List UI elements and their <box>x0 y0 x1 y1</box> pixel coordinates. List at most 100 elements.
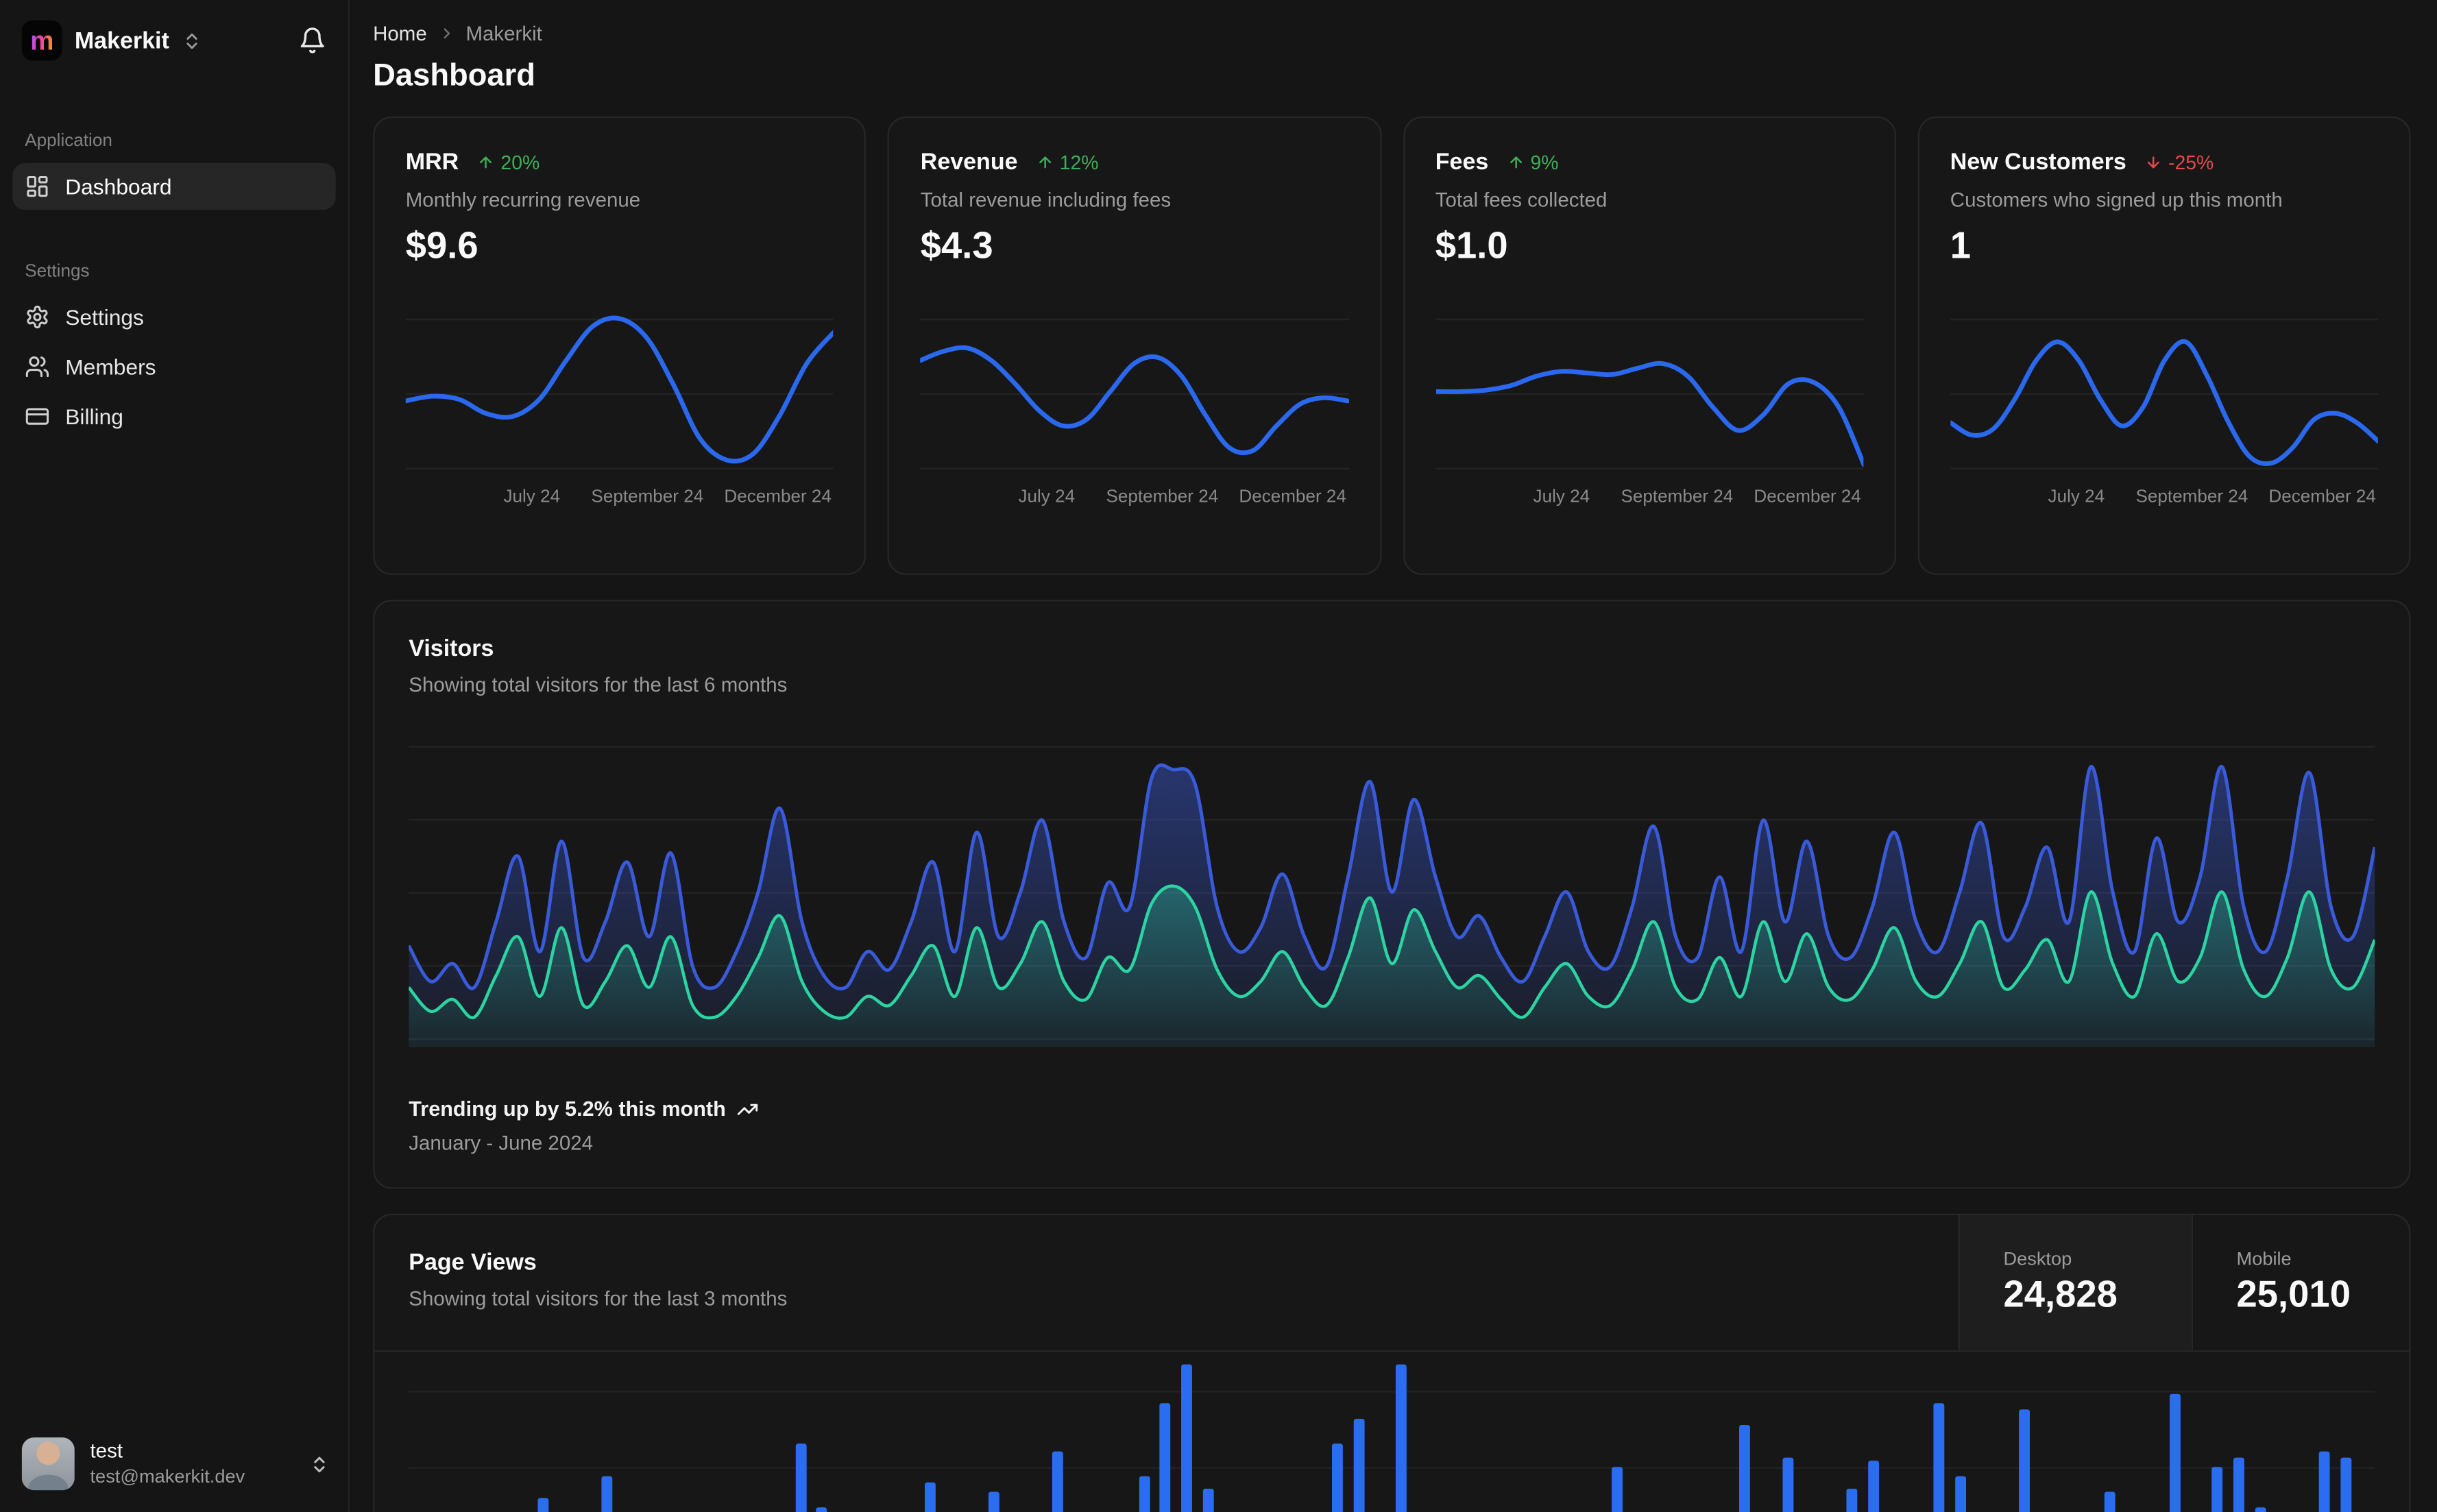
page-views-bar <box>1353 1418 1365 1512</box>
page-views-bar <box>2233 1456 2245 1512</box>
user-email: test@makerkit.dev <box>90 1465 245 1487</box>
page-views-bar <box>1052 1450 1064 1512</box>
stat-value: $9.6 <box>405 225 478 267</box>
sidebar: m Makerkit Application Dashboard Setting… <box>0 0 350 1512</box>
stat-description: Monthly recurring revenue <box>405 188 641 212</box>
page-views-card: Page Views Showing total visitors for th… <box>373 1213 2411 1512</box>
revenue-line-chart <box>920 309 1348 474</box>
page-views-bar <box>1331 1444 1343 1512</box>
page-views-bar <box>1847 1489 1858 1512</box>
sidebar-item-dashboard[interactable]: Dashboard <box>12 163 336 210</box>
sidebar-item-label: Billing <box>65 404 123 429</box>
toggle-desktop[interactable]: Desktop 24,828 <box>1958 1215 2192 1351</box>
credit-card-icon <box>25 404 49 428</box>
page-views-subtitle: Showing total visitors for the last 3 mo… <box>409 1287 788 1310</box>
page-views-bar <box>2018 1409 2030 1512</box>
sidebar-item-members[interactable]: Members <box>12 343 336 390</box>
desktop-value: 24,828 <box>2003 1274 2118 1317</box>
sidebar-item-label: Members <box>65 354 156 380</box>
page-views-bar <box>1739 1425 1751 1512</box>
sidebar-item-label: Dashboard <box>65 173 172 199</box>
page-views-header: Page Views Showing total visitors for th… <box>374 1215 2410 1352</box>
page-views-bar <box>795 1444 806 1512</box>
mobile-value: 25,010 <box>2236 1274 2351 1317</box>
stat-card-new-customers: New Customers -25% Customers who signed … <box>1917 117 2411 575</box>
page-views-bar <box>1610 1466 1622 1512</box>
page-title: Dashboard <box>373 59 535 94</box>
page-views-title: Page Views <box>409 1249 537 1276</box>
stat-card-revenue: Revenue 12% Total revenue including fees… <box>888 117 1381 575</box>
stat-card-fees: Fees 9% Total fees collected $1.0 July 2… <box>1403 117 1896 575</box>
page-views-bar <box>1782 1456 1794 1512</box>
trend-badge: 20% <box>477 151 539 173</box>
stat-description: Customers who signed up this month <box>1950 188 2283 212</box>
workspace-selector[interactable]: m Makerkit <box>0 0 348 76</box>
visitors-trend-line: Trending up by 5.2% this month <box>409 1097 2375 1121</box>
breadcrumb: Home Makerkit <box>373 22 2410 45</box>
chevrons-up-down-icon <box>309 1454 329 1474</box>
gear-icon <box>25 304 49 329</box>
chevrons-up-down-icon <box>182 30 202 50</box>
page-views-bar <box>2105 1491 2116 1512</box>
page-views-bar <box>2211 1466 2223 1512</box>
page-views-bar <box>2169 1393 2181 1512</box>
page-views-bar-chart <box>409 1352 2375 1512</box>
page-views-bar <box>1868 1460 1880 1512</box>
fees-line-chart <box>1435 309 1863 474</box>
avatar <box>21 1437 75 1491</box>
nav-section-settings: Settings <box>25 263 90 282</box>
dashboard-app: m Makerkit Application Dashboard Setting… <box>0 0 2437 1512</box>
nav-section-application: Application <box>25 132 112 151</box>
x-axis-labels: July 24 September 24 December 24 <box>503 487 832 507</box>
stat-description: Total fees collected <box>1435 188 1608 212</box>
page-views-bar <box>1954 1476 1965 1512</box>
stat-description: Total revenue including fees <box>920 188 1172 212</box>
main-content: Home Makerkit Dashboard MRR 20% Monthly … <box>350 0 2437 1512</box>
sidebar-nav: Application Dashboard Settings Settings … <box>0 76 348 443</box>
page-views-bar <box>1181 1365 1193 1512</box>
trending-up-icon <box>737 1103 758 1114</box>
user-menu-trigger[interactable]: test test@makerkit.dev <box>0 1419 348 1512</box>
dashboard-grid-icon <box>25 174 49 199</box>
sidebar-item-settings[interactable]: Settings <box>12 294 336 341</box>
stat-title: MRR <box>405 149 459 176</box>
toggle-mobile[interactable]: Mobile 25,010 <box>2191 1215 2409 1351</box>
page-views-bar <box>1396 1365 1407 1512</box>
page-views-bar <box>816 1508 828 1512</box>
page-views-bar <box>1932 1402 1944 1512</box>
users-icon <box>25 354 49 379</box>
page-views-bar <box>2319 1450 2331 1512</box>
mobile-label: Mobile <box>2236 1247 2292 1270</box>
arrow-up-icon <box>1510 156 1522 169</box>
stat-title: Fees <box>1435 149 1489 176</box>
page-views-bar <box>2340 1456 2352 1512</box>
trend-badge: 9% <box>1507 151 1559 173</box>
page-views-bar <box>2255 1508 2266 1512</box>
breadcrumb-home-link[interactable]: Home <box>373 22 427 45</box>
page-views-bar <box>537 1498 549 1512</box>
trend-badge: -25% <box>2145 151 2214 173</box>
stat-cards-row: MRR 20% Monthly recurring revenue $9.6 J… <box>373 117 2411 575</box>
sidebar-item-billing[interactable]: Billing <box>12 393 336 440</box>
logo-letter: m <box>30 25 54 56</box>
page-views-bar <box>988 1491 999 1512</box>
mrr-line-chart <box>405 309 834 474</box>
stat-title: New Customers <box>1950 149 2126 176</box>
workspace-name: Makerkit <box>74 27 169 54</box>
x-axis-labels: July 24 September 24 December 24 <box>2048 487 2376 507</box>
page-views-bar <box>1202 1489 1214 1512</box>
bell-icon[interactable] <box>298 27 326 55</box>
page-views-bar <box>923 1482 935 1512</box>
stat-value: 1 <box>1950 225 1972 267</box>
visitors-title: Visitors <box>409 635 494 662</box>
page-views-bar <box>602 1476 613 1512</box>
visitors-subtitle: Showing total visitors for the last 6 mo… <box>409 672 788 696</box>
stat-value: $1.0 <box>1435 225 1508 267</box>
sidebar-item-label: Settings <box>65 304 144 330</box>
stat-card-mrr: MRR 20% Monthly recurring revenue $9.6 J… <box>373 117 866 575</box>
makerkit-logo: m <box>21 20 62 61</box>
trend-badge: 12% <box>1036 151 1098 173</box>
breadcrumb-current: Makerkit <box>465 21 542 45</box>
x-axis-labels: July 24 September 24 December 24 <box>1018 487 1346 507</box>
visitors-area-chart <box>409 736 2375 1048</box>
